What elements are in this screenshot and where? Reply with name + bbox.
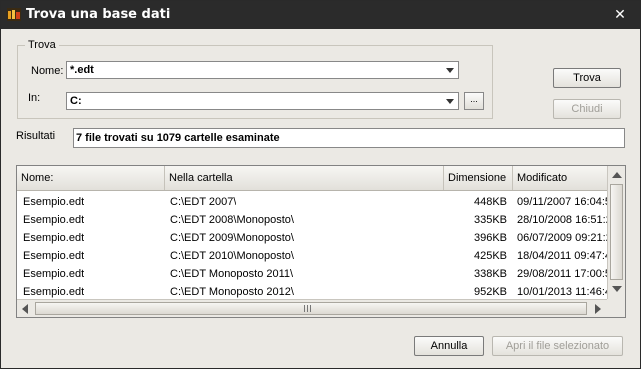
cell-modified: 06/07/2009 09:21:2 xyxy=(517,232,607,244)
close-button-label: Chiudi xyxy=(571,103,603,115)
scroll-right-icon[interactable] xyxy=(595,304,601,314)
cell-size: 396KB xyxy=(473,232,507,244)
table-row[interactable]: Esempio.edt C:\EDT 2010\Monoposto\ 425KB… xyxy=(17,248,607,266)
name-combo-value: *.edt xyxy=(70,64,94,76)
results-summary: 7 file trovati su 1079 cartelle esaminat… xyxy=(76,132,280,144)
cell-folder: C:\EDT 2010\Monoposto\ xyxy=(170,250,294,262)
scroll-left-icon[interactable] xyxy=(22,304,28,314)
cancel-button[interactable]: Annulla xyxy=(414,336,484,356)
table-row[interactable]: Esempio.edt C:\EDT 2007\ 448KB 09/11/200… xyxy=(17,194,607,212)
chevron-down-icon[interactable] xyxy=(446,68,454,73)
results-label: Risultati xyxy=(16,130,56,142)
find-button-label: Trova xyxy=(573,72,601,84)
results-summary-field: 7 file trovati su 1079 cartelle esaminat… xyxy=(73,128,625,148)
location-combo[interactable]: C: xyxy=(66,92,459,110)
edt-logo-icon xyxy=(7,8,21,21)
cell-name: Esempio.edt xyxy=(23,250,85,262)
cell-modified: 18/04/2011 09:47:4 xyxy=(517,250,607,262)
cell-modified: 10/01/2013 11:46:4 xyxy=(517,286,607,298)
scroll-up-icon[interactable] xyxy=(612,172,622,178)
column-header-modified[interactable]: Modificato xyxy=(513,166,607,190)
browse-button[interactable]: ... xyxy=(464,92,484,110)
scrollbar-corner xyxy=(607,299,625,317)
cell-name: Esempio.edt xyxy=(23,214,85,226)
cell-folder: C:\EDT Monoposto 2012\ xyxy=(170,286,294,298)
open-selected-button[interactable]: Apri il file selezionato xyxy=(492,336,623,356)
title-bar[interactable]: Trova una base dati ✕ xyxy=(1,1,640,29)
cell-name: Esempio.edt xyxy=(23,196,85,208)
table-row[interactable]: Esempio.edt C:\EDT 2008\Monoposto\ 335KB… xyxy=(17,212,607,230)
dialog-window: Trova una base dati ✕ Trova Nome: *.edt … xyxy=(0,0,641,369)
vertical-scroll-thumb[interactable] xyxy=(610,184,623,280)
location-combo-value: C: xyxy=(70,95,82,107)
close-button[interactable]: Chiudi xyxy=(553,99,621,119)
grip-icon xyxy=(304,305,311,312)
find-button[interactable]: Trova xyxy=(553,68,621,88)
cell-size: 952KB xyxy=(473,286,507,298)
cell-name: Esempio.edt xyxy=(23,268,85,280)
cell-folder: C:\EDT Monoposto 2011\ xyxy=(170,268,294,280)
table-header: Nome: Nella cartella Dimensione Modifica… xyxy=(17,166,625,191)
horizontal-scrollbar[interactable] xyxy=(17,299,607,317)
table-row[interactable]: Esempio.edt C:\EDT 2009\Monoposto\ 396KB… xyxy=(17,230,607,248)
column-header-name[interactable]: Nome: xyxy=(17,166,165,190)
cell-folder: C:\EDT 2009\Monoposto\ xyxy=(170,232,294,244)
cell-folder: C:\EDT 2007\ xyxy=(170,196,237,208)
cell-modified: 28/10/2008 16:51:2 xyxy=(517,214,607,226)
cell-modified: 29/08/2011 17:00:5 xyxy=(517,268,607,280)
cancel-button-label: Annulla xyxy=(430,340,468,352)
results-table[interactable]: Nome: Nella cartella Dimensione Modifica… xyxy=(16,165,626,318)
name-label: Nome: xyxy=(31,65,64,77)
horizontal-scroll-thumb[interactable] xyxy=(35,302,587,315)
in-label: In: xyxy=(28,92,41,104)
open-selected-button-label: Apri il file selezionato xyxy=(505,340,610,352)
close-icon[interactable]: ✕ xyxy=(609,5,631,25)
cell-name: Esempio.edt xyxy=(23,232,85,244)
column-header-size[interactable]: Dimensione xyxy=(444,166,513,190)
cell-size: 338KB xyxy=(473,268,507,280)
cell-size: 448KB xyxy=(473,196,507,208)
column-header-folder[interactable]: Nella cartella xyxy=(165,166,444,190)
cell-size: 425KB xyxy=(473,250,507,262)
chevron-down-icon[interactable] xyxy=(446,99,454,104)
cell-size: 335KB xyxy=(473,214,507,226)
cell-modified: 09/11/2007 16:04:5 xyxy=(517,196,607,208)
name-combo[interactable]: *.edt xyxy=(66,61,459,79)
cell-name: Esempio.edt xyxy=(23,286,85,298)
vertical-scrollbar[interactable] xyxy=(607,166,625,299)
cell-folder: C:\EDT 2008\Monoposto\ xyxy=(170,214,294,226)
scroll-down-icon[interactable] xyxy=(612,286,622,292)
table-row[interactable]: Esempio.edt C:\EDT Monoposto 2011\ 338KB… xyxy=(17,266,607,284)
window-title: Trova una base dati xyxy=(26,7,171,22)
search-group-title: Trova xyxy=(25,39,59,51)
